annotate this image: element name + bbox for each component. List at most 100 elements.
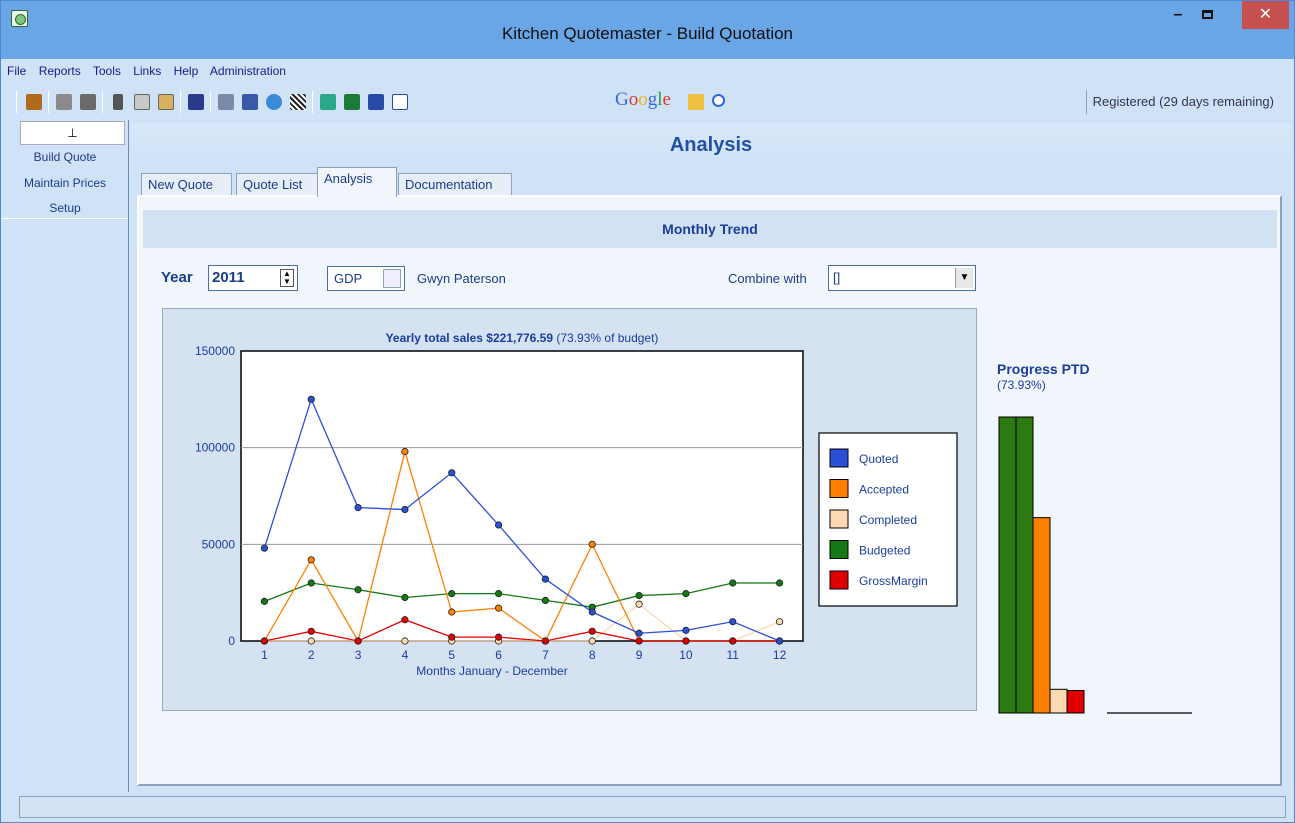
menu-reports[interactable]: Reports bbox=[39, 64, 81, 78]
maximize-button[interactable] bbox=[1193, 1, 1221, 29]
paste-icon[interactable] bbox=[156, 92, 176, 112]
data-point-grossmargin bbox=[682, 637, 690, 645]
toolbar-separator bbox=[210, 91, 211, 113]
legend-swatch-budgeted bbox=[829, 540, 849, 559]
x-tick-label: 5 bbox=[448, 648, 455, 662]
x-tick-label: 11 bbox=[727, 648, 740, 662]
notes-icon[interactable] bbox=[318, 92, 338, 112]
data-point-grossmargin bbox=[588, 627, 596, 635]
year-spinner[interactable]: 2011 ▲ ▼ bbox=[208, 265, 298, 291]
x-tick-label: 7 bbox=[542, 648, 549, 662]
copy-icon[interactable] bbox=[132, 92, 152, 112]
data-point-completed bbox=[775, 618, 784, 626]
toolbar-separator bbox=[48, 91, 49, 113]
legend-label-completed: Completed bbox=[859, 513, 917, 527]
exit-icon[interactable] bbox=[24, 92, 44, 112]
toolbar: Google Registered (29 days remaining) bbox=[2, 84, 1294, 119]
data-point-budgeted bbox=[260, 597, 269, 605]
x-tick-label: 3 bbox=[355, 648, 362, 662]
y-tick-label: 0 bbox=[228, 634, 235, 648]
data-point-budgeted bbox=[354, 586, 362, 594]
data-point-quoted bbox=[448, 469, 456, 477]
print-preview-icon[interactable] bbox=[78, 92, 98, 112]
pin-icon[interactable]: ⊥ bbox=[20, 121, 125, 145]
progress-percent: (73.93%) bbox=[997, 378, 1046, 392]
x-tick-label: 10 bbox=[679, 648, 693, 662]
google-icon[interactable]: Google bbox=[615, 89, 671, 111]
x-tick-label: 4 bbox=[402, 648, 409, 662]
print-icon[interactable] bbox=[54, 92, 74, 112]
menu-help[interactable]: Help bbox=[174, 64, 199, 78]
tab-quote-list[interactable]: Quote List bbox=[236, 173, 318, 195]
menu-file[interactable]: File bbox=[7, 64, 26, 78]
panel-header: Monthly Trend bbox=[143, 210, 1277, 248]
y-tick-label: 50000 bbox=[202, 537, 236, 551]
legend-swatch-quoted bbox=[829, 448, 849, 468]
spinner-arrows-icon[interactable]: ▲ ▼ bbox=[280, 269, 294, 287]
toolbar-separator bbox=[16, 91, 17, 113]
tools-icon[interactable] bbox=[288, 92, 308, 112]
data-point-accepted bbox=[588, 540, 596, 548]
text-file-icon[interactable] bbox=[390, 92, 410, 112]
legend-label-quoted: Quoted bbox=[859, 452, 898, 466]
chevron-down-icon[interactable]: ▼ bbox=[955, 268, 973, 288]
year-label: Year bbox=[161, 269, 193, 286]
data-point-quoted bbox=[260, 544, 269, 552]
data-point-budgeted bbox=[541, 596, 550, 604]
x-tick-label: 8 bbox=[589, 648, 596, 662]
sidebar-divider bbox=[2, 218, 128, 219]
combine-value: [] bbox=[833, 270, 841, 285]
minimize-button[interactable]: – bbox=[1164, 1, 1192, 29]
data-point-grossmargin bbox=[401, 616, 409, 624]
x-axis-label: Months January - December bbox=[416, 664, 567, 678]
user-code: GDP bbox=[334, 271, 363, 286]
sidebar-item-setup[interactable]: Setup bbox=[2, 201, 128, 215]
network-icon[interactable] bbox=[264, 92, 284, 112]
progress-bar bbox=[998, 416, 1017, 714]
excel-icon[interactable] bbox=[342, 92, 362, 112]
menu-tools[interactable]: Tools bbox=[93, 64, 121, 78]
sidebar-item-maintain-prices[interactable]: Maintain Prices bbox=[2, 176, 128, 190]
save-icon[interactable] bbox=[186, 92, 206, 112]
data-point-budgeted bbox=[729, 579, 737, 587]
tab-new-quote[interactable]: New Quote bbox=[141, 173, 232, 195]
combine-dropdown[interactable]: [] ▼ bbox=[828, 265, 976, 291]
data-point-accepted bbox=[494, 604, 503, 612]
report-icon[interactable] bbox=[216, 92, 236, 112]
data-point-quoted bbox=[682, 626, 690, 634]
data-point-grossmargin bbox=[494, 633, 503, 641]
sidebar-item-build-quote[interactable]: Build Quote bbox=[2, 150, 128, 164]
chart-subtitle: (73.93% of budget) bbox=[556, 331, 658, 345]
legend-swatch-completed bbox=[829, 509, 849, 529]
data-point-quoted bbox=[307, 395, 315, 403]
folder-icon[interactable] bbox=[686, 92, 706, 112]
x-tick-label: 2 bbox=[308, 648, 315, 662]
calculator-icon[interactable] bbox=[240, 92, 260, 112]
menu-administration[interactable]: Administration bbox=[210, 64, 286, 78]
toolbar-separator bbox=[180, 91, 181, 113]
data-point-quoted bbox=[494, 521, 503, 529]
progress-bar bbox=[1066, 690, 1085, 714]
tab-analysis[interactable]: Analysis bbox=[317, 167, 397, 197]
toolbar-separator bbox=[102, 91, 103, 113]
close-button[interactable]: ✕ bbox=[1242, 1, 1289, 29]
legend-swatch-accepted bbox=[829, 479, 849, 498]
data-point-completed bbox=[588, 637, 596, 645]
data-point-quoted bbox=[588, 608, 596, 616]
y-tick-label: 100000 bbox=[195, 441, 235, 455]
status-bar bbox=[19, 796, 1286, 818]
user-code-selector[interactable]: GDP bbox=[327, 266, 405, 291]
user-lookup-icon[interactable] bbox=[383, 269, 401, 288]
menu-links[interactable]: Links bbox=[133, 64, 161, 78]
data-point-quoted bbox=[775, 637, 784, 645]
progress-bar bbox=[1049, 688, 1068, 714]
cut-icon[interactable] bbox=[108, 92, 128, 112]
tab-documentation[interactable]: Documentation bbox=[398, 173, 512, 195]
data-point-quoted bbox=[635, 629, 643, 637]
search-icon[interactable] bbox=[710, 92, 730, 112]
x-tick-label: 12 bbox=[773, 648, 787, 662]
title-bar: Kitchen Quotemaster - Build Quotation – … bbox=[1, 1, 1294, 59]
monthly-trend-chart: 0500001000001500001 2 3 4 5 6 7 8 9 10 11 12Months … bbox=[195, 331, 958, 678]
word-icon[interactable] bbox=[366, 92, 386, 112]
data-point-grossmargin bbox=[307, 627, 315, 635]
